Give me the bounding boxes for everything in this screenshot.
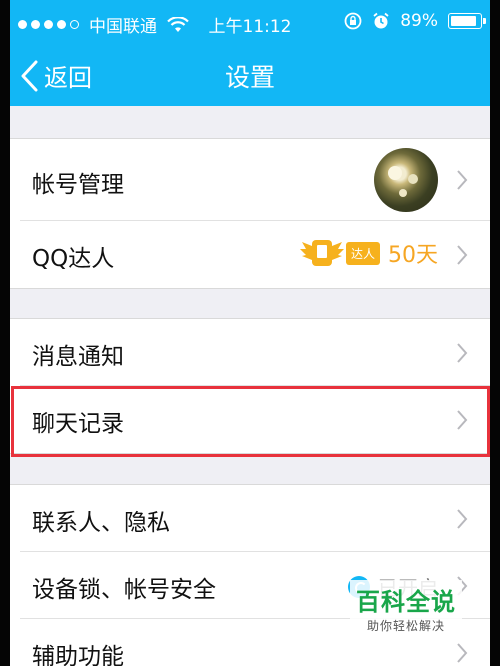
wing-left-icon	[299, 242, 312, 260]
settings-item-notifications[interactable]: 消息通知	[20, 319, 500, 386]
wing-right-icon	[331, 242, 344, 260]
avatar	[374, 148, 438, 212]
chevron-right-icon	[457, 509, 468, 529]
page-title: 设置	[224, 63, 275, 92]
alarm-icon	[373, 12, 389, 29]
settings-item-label: 消息通知	[32, 344, 124, 370]
device-frame-right	[490, 0, 500, 666]
daren-days: 50天	[388, 243, 438, 268]
settings-item-label: 联系人、隐私	[32, 510, 170, 536]
settings-item-label: 聊天记录	[32, 411, 124, 437]
phone-icon	[311, 240, 332, 266]
settings-group-messages: 消息通知 聊天记录	[0, 318, 500, 454]
rotation-lock-icon	[344, 12, 362, 30]
settings-group-privacy: 联系人、隐私 设备锁、帐号安全 已开启 辅助功能	[0, 484, 500, 666]
status-bar: 中国联通 上午11:12 89%	[0, 0, 500, 44]
navigation-bar: 返回 设置	[0, 44, 500, 106]
settings-item-account[interactable]: 帐号管理	[20, 139, 500, 221]
settings-item-contacts-privacy[interactable]: 联系人、隐私	[20, 485, 500, 552]
settings-item-label: 设备锁、帐号安全	[32, 577, 216, 603]
chevron-right-icon	[457, 643, 468, 663]
settings-item-qq-daren[interactable]: QQ达人 达人 50天	[20, 221, 500, 288]
chevron-right-icon	[457, 245, 468, 265]
settings-item-label: QQ达人	[32, 246, 115, 272]
daren-badge: 达人 50天	[299, 237, 438, 269]
status-right: 89%	[344, 11, 486, 31]
watermark-title: 百科全说	[356, 588, 456, 616]
battery-percent: 89%	[400, 11, 438, 31]
daren-badge-icon: 达人	[299, 240, 380, 266]
settings-group-account: 帐号管理 QQ达人 达人 50天	[0, 138, 500, 289]
settings-item-label: 辅助功能	[32, 644, 124, 666]
settings-item-label: 帐号管理	[32, 172, 124, 198]
chevron-right-icon	[457, 410, 468, 430]
daren-tag: 达人	[345, 241, 380, 265]
chevron-right-icon	[457, 343, 468, 363]
chevron-right-icon	[457, 170, 468, 190]
battery-level	[451, 16, 476, 26]
device-frame-left	[0, 0, 10, 666]
battery-icon	[448, 13, 486, 29]
watermark: 百科全说 助你轻松解决	[350, 580, 462, 636]
settings-screen: 中国联通 上午11:12 89% 返回 设置 帐号管理 QQ达人 达人 50天 …	[0, 0, 500, 666]
settings-item-chat-history[interactable]: 聊天记录	[20, 386, 500, 453]
watermark-subtitle: 助你轻松解决	[366, 619, 445, 633]
